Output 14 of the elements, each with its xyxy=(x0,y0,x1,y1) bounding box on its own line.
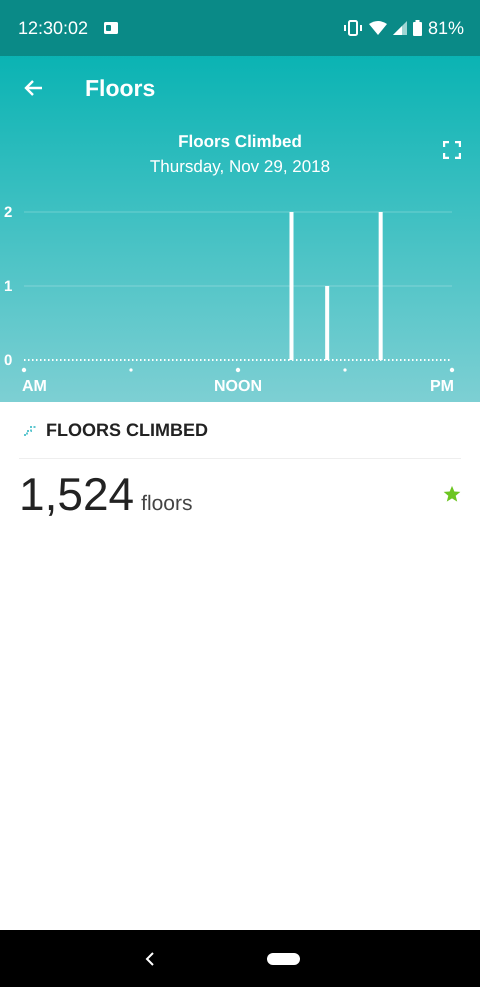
x-axis-label: AM xyxy=(22,378,47,395)
status-time: 12:30:02 xyxy=(18,18,88,38)
floors-unit: floors xyxy=(141,492,192,516)
y-axis-label: 1 xyxy=(4,278,12,295)
screen-title: Floors xyxy=(85,74,156,102)
chart-title: Floors Climbed xyxy=(178,132,302,152)
battery-percent: 81% xyxy=(428,18,464,38)
chart-date: Thursday, Nov 29, 2018 xyxy=(150,157,330,177)
y-axis-label: 2 xyxy=(4,204,12,221)
section-heading: FLOORS CLIMBED xyxy=(46,420,208,440)
x-axis-label: NOON xyxy=(214,378,262,395)
y-axis-label: 0 xyxy=(4,352,12,369)
x-axis-label: PM xyxy=(430,378,454,395)
floors-value: 1,524 xyxy=(19,467,134,521)
